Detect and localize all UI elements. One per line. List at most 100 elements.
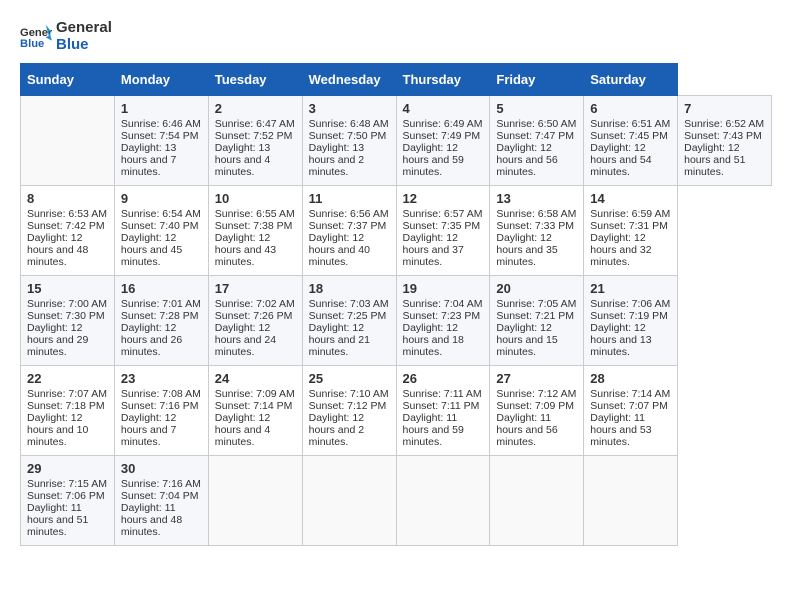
day-number: 26 bbox=[403, 371, 484, 386]
day-number: 10 bbox=[215, 191, 296, 206]
day-number: 3 bbox=[309, 101, 390, 116]
sunrise-text: Sunrise: 6:55 AM bbox=[215, 208, 295, 220]
sunrise-text: Sunrise: 6:49 AM bbox=[403, 118, 483, 130]
day-number: 7 bbox=[684, 101, 765, 116]
day-number: 11 bbox=[309, 191, 390, 206]
calendar-cell bbox=[302, 456, 396, 546]
sunrise-text: Sunrise: 6:53 AM bbox=[27, 208, 107, 220]
sunrise-text: Sunrise: 7:16 AM bbox=[121, 478, 201, 490]
calendar-cell: 21Sunrise: 7:06 AMSunset: 7:19 PMDayligh… bbox=[584, 276, 678, 366]
sunset-text: Sunset: 7:14 PM bbox=[215, 400, 293, 412]
col-header-thursday: Thursday bbox=[396, 64, 490, 96]
sunset-text: Sunset: 7:33 PM bbox=[496, 220, 574, 232]
sunrise-text: Sunrise: 7:05 AM bbox=[496, 298, 576, 310]
daylight-text: Daylight: 12 hours and 18 minutes. bbox=[403, 322, 464, 358]
day-number: 23 bbox=[121, 371, 202, 386]
sunrise-text: Sunrise: 6:52 AM bbox=[684, 118, 764, 130]
calendar-cell: 30Sunrise: 7:16 AMSunset: 7:04 PMDayligh… bbox=[114, 456, 208, 546]
sunrise-text: Sunrise: 7:14 AM bbox=[590, 388, 670, 400]
calendar-cell bbox=[208, 456, 302, 546]
col-header-monday: Monday bbox=[114, 64, 208, 96]
sunset-text: Sunset: 7:23 PM bbox=[403, 310, 481, 322]
calendar-cell bbox=[584, 456, 678, 546]
sunrise-text: Sunrise: 6:50 AM bbox=[496, 118, 576, 130]
sunset-text: Sunset: 7:54 PM bbox=[121, 130, 199, 142]
calendar-cell: 8Sunrise: 6:53 AMSunset: 7:42 PMDaylight… bbox=[21, 186, 115, 276]
daylight-text: Daylight: 12 hours and 4 minutes. bbox=[215, 412, 270, 448]
calendar-cell: 6Sunrise: 6:51 AMSunset: 7:45 PMDaylight… bbox=[584, 96, 678, 186]
day-number: 16 bbox=[121, 281, 202, 296]
sunrise-text: Sunrise: 7:10 AM bbox=[309, 388, 389, 400]
sunrise-text: Sunrise: 6:48 AM bbox=[309, 118, 389, 130]
sunset-text: Sunset: 7:19 PM bbox=[590, 310, 668, 322]
daylight-text: Daylight: 12 hours and 45 minutes. bbox=[121, 232, 182, 268]
daylight-text: Daylight: 12 hours and 24 minutes. bbox=[215, 322, 276, 358]
calendar-cell: 7Sunrise: 6:52 AMSunset: 7:43 PMDaylight… bbox=[678, 96, 772, 186]
sunset-text: Sunset: 7:37 PM bbox=[309, 220, 387, 232]
calendar-table: SundayMondayTuesdayWednesdayThursdayFrid… bbox=[20, 63, 772, 546]
day-number: 18 bbox=[309, 281, 390, 296]
calendar-cell: 24Sunrise: 7:09 AMSunset: 7:14 PMDayligh… bbox=[208, 366, 302, 456]
sunrise-text: Sunrise: 7:07 AM bbox=[27, 388, 107, 400]
day-number: 24 bbox=[215, 371, 296, 386]
calendar-cell: 4Sunrise: 6:49 AMSunset: 7:49 PMDaylight… bbox=[396, 96, 490, 186]
calendar-cell: 3Sunrise: 6:48 AMSunset: 7:50 PMDaylight… bbox=[302, 96, 396, 186]
svg-text:Blue: Blue bbox=[20, 38, 44, 50]
sunrise-text: Sunrise: 7:00 AM bbox=[27, 298, 107, 310]
calendar-cell bbox=[396, 456, 490, 546]
daylight-text: Daylight: 13 hours and 4 minutes. bbox=[215, 142, 270, 178]
day-number: 29 bbox=[27, 461, 108, 476]
daylight-text: Daylight: 12 hours and 26 minutes. bbox=[121, 322, 182, 358]
calendar-cell: 25Sunrise: 7:10 AMSunset: 7:12 PMDayligh… bbox=[302, 366, 396, 456]
sunset-text: Sunset: 7:45 PM bbox=[590, 130, 668, 142]
daylight-text: Daylight: 12 hours and 10 minutes. bbox=[27, 412, 88, 448]
col-header-sunday: Sunday bbox=[21, 64, 115, 96]
day-number: 5 bbox=[496, 101, 577, 116]
day-number: 2 bbox=[215, 101, 296, 116]
daylight-text: Daylight: 12 hours and 7 minutes. bbox=[121, 412, 176, 448]
day-number: 6 bbox=[590, 101, 671, 116]
daylight-text: Daylight: 11 hours and 53 minutes. bbox=[590, 412, 651, 448]
sunset-text: Sunset: 7:21 PM bbox=[496, 310, 574, 322]
sunrise-text: Sunrise: 6:54 AM bbox=[121, 208, 201, 220]
sunset-text: Sunset: 7:35 PM bbox=[403, 220, 481, 232]
sunrise-text: Sunrise: 6:56 AM bbox=[309, 208, 389, 220]
day-number: 28 bbox=[590, 371, 671, 386]
sunset-text: Sunset: 7:42 PM bbox=[27, 220, 105, 232]
day-number: 8 bbox=[27, 191, 108, 206]
daylight-text: Daylight: 11 hours and 48 minutes. bbox=[121, 502, 182, 538]
sunrise-text: Sunrise: 7:02 AM bbox=[215, 298, 295, 310]
daylight-text: Daylight: 13 hours and 7 minutes. bbox=[121, 142, 176, 178]
calendar-cell: 5Sunrise: 6:50 AMSunset: 7:47 PMDaylight… bbox=[490, 96, 584, 186]
calendar-cell: 29Sunrise: 7:15 AMSunset: 7:06 PMDayligh… bbox=[21, 456, 115, 546]
calendar-header-row: SundayMondayTuesdayWednesdayThursdayFrid… bbox=[21, 64, 772, 96]
daylight-text: Daylight: 12 hours and 21 minutes. bbox=[309, 322, 370, 358]
sunrise-text: Sunrise: 6:57 AM bbox=[403, 208, 483, 220]
sunset-text: Sunset: 7:11 PM bbox=[403, 400, 480, 412]
day-number: 27 bbox=[496, 371, 577, 386]
day-number: 21 bbox=[590, 281, 671, 296]
sunrise-text: Sunrise: 7:06 AM bbox=[590, 298, 670, 310]
col-header-tuesday: Tuesday bbox=[208, 64, 302, 96]
sunset-text: Sunset: 7:31 PM bbox=[590, 220, 668, 232]
daylight-text: Daylight: 12 hours and 29 minutes. bbox=[27, 322, 88, 358]
sunset-text: Sunset: 7:04 PM bbox=[121, 490, 199, 502]
calendar-cell: 20Sunrise: 7:05 AMSunset: 7:21 PMDayligh… bbox=[490, 276, 584, 366]
daylight-text: Daylight: 12 hours and 54 minutes. bbox=[590, 142, 651, 178]
col-header-wednesday: Wednesday bbox=[302, 64, 396, 96]
calendar-cell: 16Sunrise: 7:01 AMSunset: 7:28 PMDayligh… bbox=[114, 276, 208, 366]
sunset-text: Sunset: 7:06 PM bbox=[27, 490, 105, 502]
daylight-text: Daylight: 12 hours and 59 minutes. bbox=[403, 142, 464, 178]
sunset-text: Sunset: 7:16 PM bbox=[121, 400, 199, 412]
sunrise-text: Sunrise: 6:46 AM bbox=[121, 118, 201, 130]
calendar-cell: 2Sunrise: 6:47 AMSunset: 7:52 PMDaylight… bbox=[208, 96, 302, 186]
calendar-cell: 19Sunrise: 7:04 AMSunset: 7:23 PMDayligh… bbox=[396, 276, 490, 366]
daylight-text: Daylight: 12 hours and 2 minutes. bbox=[309, 412, 364, 448]
calendar-week-row: 22Sunrise: 7:07 AMSunset: 7:18 PMDayligh… bbox=[21, 366, 772, 456]
calendar-cell: 23Sunrise: 7:08 AMSunset: 7:16 PMDayligh… bbox=[114, 366, 208, 456]
calendar-cell: 18Sunrise: 7:03 AMSunset: 7:25 PMDayligh… bbox=[302, 276, 396, 366]
calendar-week-row: 1Sunrise: 6:46 AMSunset: 7:54 PMDaylight… bbox=[21, 96, 772, 186]
calendar-cell: 28Sunrise: 7:14 AMSunset: 7:07 PMDayligh… bbox=[584, 366, 678, 456]
sunset-text: Sunset: 7:38 PM bbox=[215, 220, 293, 232]
page-header: General Blue General Blue bbox=[20, 20, 772, 53]
